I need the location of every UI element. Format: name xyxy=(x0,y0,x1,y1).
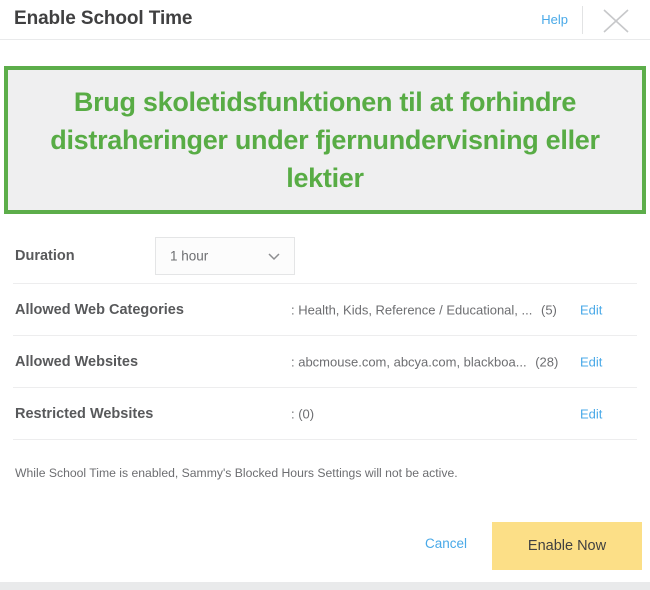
dialog-title: Enable School Time xyxy=(14,8,193,29)
duration-dropdown[interactable]: 1 hour xyxy=(155,236,295,275)
promo-banner: Brug skoletidsfunktionen til at forhindr… xyxy=(4,66,646,214)
help-link[interactable]: Help xyxy=(541,12,568,27)
cancel-button[interactable]: Cancel xyxy=(425,536,467,551)
row-value-allowed-websites: : abcmouse.com, abcya.com, blackboa... (… xyxy=(291,354,558,369)
chevron-down-icon xyxy=(266,248,282,264)
duration-dropdown-value: 1 hour xyxy=(170,248,209,263)
row-value-text: : Health, Kids, Reference / Educational,… xyxy=(291,302,533,317)
settings-list: Duration 1 hour Allowed Web Categories :… xyxy=(0,228,650,440)
promo-banner-text: Brug skoletidsfunktionen til at forhindr… xyxy=(50,86,600,194)
settings-row-duration: Duration 1 hour xyxy=(13,228,637,284)
row-value-text: : abcmouse.com, abcya.com, blackboa... xyxy=(291,354,527,369)
edit-link-allowed-websites[interactable]: Edit xyxy=(580,354,602,369)
row-count: (5) xyxy=(540,302,557,317)
row-label-allowed-websites: Allowed Websites xyxy=(15,353,139,370)
edit-link-restricted-websites[interactable]: Edit xyxy=(580,406,602,421)
close-icon[interactable] xyxy=(598,4,634,36)
row-label-restricted-websites: Restricted Websites xyxy=(15,405,154,422)
enable-now-button[interactable]: Enable Now xyxy=(492,522,642,570)
titlebar-divider xyxy=(582,6,583,34)
row-value-allowed-web-categories: : Health, Kids, Reference / Educational,… xyxy=(291,302,557,317)
row-value-text: : (0) xyxy=(291,406,315,421)
row-label-allowed-web-categories: Allowed Web Categories xyxy=(15,301,184,318)
row-label-duration: Duration xyxy=(15,247,75,264)
settings-row-restricted-websites: Restricted Websites : (0) Edit xyxy=(13,388,637,440)
dialog-titlebar: Enable School Time Help xyxy=(0,0,650,40)
school-time-note: While School Time is enabled, Sammy's Bl… xyxy=(15,466,458,480)
edit-link-allowed-web-categories[interactable]: Edit xyxy=(580,302,602,317)
row-count: (28) xyxy=(535,354,559,369)
settings-row-allowed-websites: Allowed Websites : abcmouse.com, abcya.c… xyxy=(13,336,637,388)
row-value-restricted-websites: : (0) xyxy=(291,406,319,421)
settings-row-allowed-web-categories: Allowed Web Categories : Health, Kids, R… xyxy=(13,284,637,336)
bottom-strip xyxy=(0,582,650,590)
